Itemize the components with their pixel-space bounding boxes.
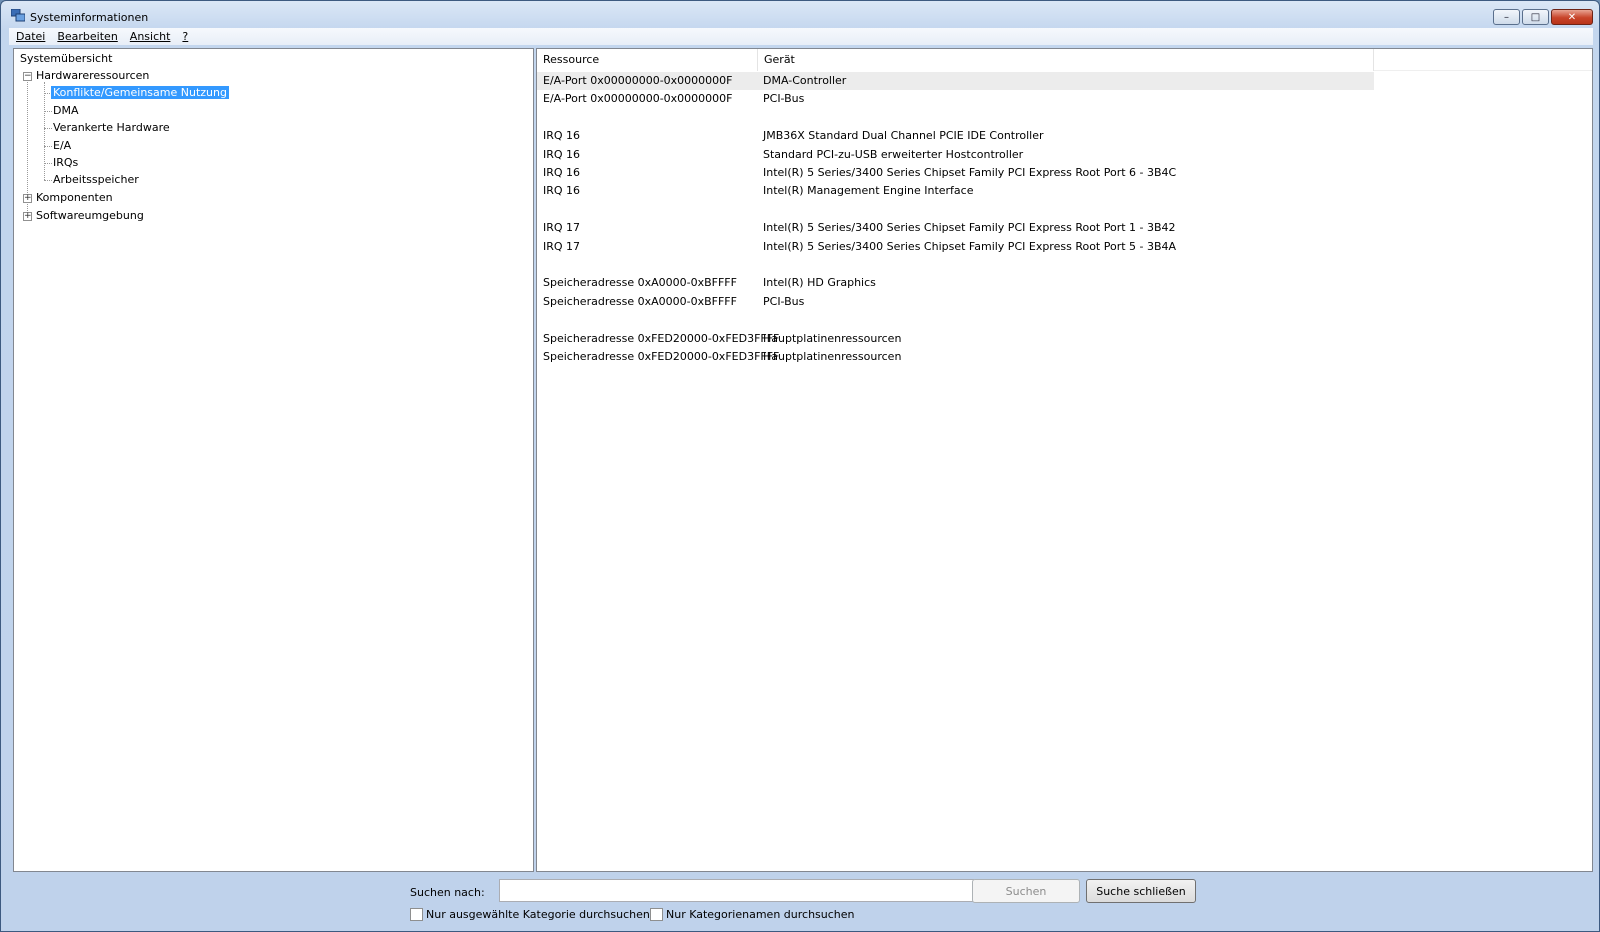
cell-ressource: IRQ 16 bbox=[543, 147, 581, 161]
menu-datei[interactable]: Datei bbox=[16, 30, 45, 43]
minimize-button[interactable]: – bbox=[1493, 9, 1520, 25]
expand-icon[interactable]: + bbox=[23, 212, 32, 221]
tree-item-komponenten[interactable]: Komponenten bbox=[36, 190, 113, 206]
cell-ressource: Speicheradresse 0xFED20000-0xFED3FFFF bbox=[543, 331, 780, 345]
tree-item-systemuebersicht[interactable]: Systemübersicht bbox=[20, 51, 112, 67]
cell-ressource: Speicheradresse 0xFED20000-0xFED3FFFF bbox=[543, 350, 780, 363]
tree-item-hardwareressourcen[interactable]: Hardwareressourcen bbox=[36, 68, 149, 84]
menu-bearbeiten[interactable]: Bearbeiten bbox=[57, 30, 117, 43]
checkbox[interactable] bbox=[650, 908, 663, 921]
cell-geraet: Intel(R) 5 Series/3400 Series Chipset Fa… bbox=[763, 239, 1177, 253]
details-list[interactable]: Ressource Gerät E/A-Port 0x00000000-0x00… bbox=[536, 48, 1593, 872]
cell-ressource: E/A-Port 0x00000000-0x0000000F bbox=[543, 74, 733, 87]
cell-ressource: IRQ 16 bbox=[543, 129, 581, 143]
option-label: Nur ausgewählte Kategorie durchsuchen bbox=[426, 908, 650, 921]
cell-ressource: IRQ 16 bbox=[543, 166, 581, 179]
table-row[interactable]: IRQ 17 Intel(R) 5 Series/3400 Series Chip… bbox=[537, 219, 1374, 237]
system-info-icon bbox=[11, 9, 25, 22]
table-row[interactable]: E/A-Port 0x00000000-0x0000000F DMA-Contro… bbox=[537, 72, 1374, 90]
app-window: Systeminformationen – □ ✕ Datei Bearbeit… bbox=[0, 0, 1600, 932]
collapse-icon[interactable]: − bbox=[23, 72, 32, 81]
tree-item-label: Konflikte/Gemeinsame Nutzung bbox=[50, 85, 230, 100]
title-bar[interactable]: Systeminformationen – □ ✕ bbox=[1, 1, 1599, 29]
table-row[interactable] bbox=[537, 256, 1374, 274]
table-row[interactable]: Speicheradresse 0xA0000-0xBFFFF Intel(R) … bbox=[537, 274, 1374, 292]
option-label: Nur Kategorienamen durchsuchen bbox=[666, 908, 855, 921]
table-row[interactable]: Speicheradresse 0xFED20000-0xFED3FFFF Hau… bbox=[537, 330, 1374, 348]
cell-geraet: Hauptplatinenressourcen bbox=[763, 331, 902, 345]
cell-geraet: PCI-Bus bbox=[763, 294, 805, 308]
close-search-button[interactable]: Suche schließen bbox=[1086, 879, 1196, 903]
search-label: Suchen nach: bbox=[410, 886, 485, 899]
table-row[interactable] bbox=[537, 201, 1374, 219]
tree-item-konflikte[interactable]: Konflikte/Gemeinsame Nutzung bbox=[50, 85, 230, 101]
cell-ressource: Speicheradresse 0xA0000-0xBFFFF bbox=[543, 294, 737, 308]
table-row[interactable]: IRQ 16 Intel(R) Management Engine Interfa… bbox=[537, 182, 1374, 200]
close-button[interactable]: ✕ bbox=[1551, 9, 1593, 25]
table-row[interactable]: E/A-Port 0x00000000-0x0000000F PCI-Bus bbox=[537, 90, 1374, 108]
cell-geraet: DMA-Controller bbox=[763, 74, 847, 87]
tree-item-verankerte-hardware[interactable]: Verankerte Hardware bbox=[53, 120, 170, 136]
tree-connector bbox=[44, 163, 52, 164]
tree-connector bbox=[44, 82, 45, 180]
tree-connector bbox=[44, 180, 52, 181]
tree-item-ea[interactable]: E/A bbox=[53, 138, 71, 154]
column-header-geraet[interactable]: Gerät bbox=[758, 49, 1374, 71]
table-row[interactable]: IRQ 16 Intel(R) 5 Series/3400 Series Chip… bbox=[537, 164, 1374, 182]
tree-item-arbeitsspeicher[interactable]: Arbeitsspeicher bbox=[53, 172, 139, 188]
maximize-button[interactable]: □ bbox=[1522, 9, 1549, 25]
cell-ressource: Speicheradresse 0xA0000-0xBFFFF bbox=[543, 276, 737, 290]
tree-item-softwareumgebung[interactable]: Softwareumgebung bbox=[36, 208, 144, 224]
option-selected-category[interactable]: Nur ausgewählte Kategorie durchsuchen bbox=[410, 908, 650, 921]
table-row[interactable]: IRQ 16 Standard PCI-zu-USB erweiterter Ho… bbox=[537, 146, 1374, 164]
table-row[interactable]: IRQ 17 Intel(R) 5 Series/3400 Series Chip… bbox=[537, 238, 1374, 256]
cell-geraet: JMB36X Standard Dual Channel PCIE IDE Co… bbox=[763, 129, 1044, 143]
option-category-names[interactable]: Nur Kategorienamen durchsuchen bbox=[650, 908, 855, 921]
cell-ressource: IRQ 17 bbox=[543, 239, 581, 253]
category-tree[interactable]: Systemübersicht − Hardwareressourcen Kon… bbox=[13, 48, 534, 872]
list-header: Ressource Gerät bbox=[537, 49, 1592, 71]
table-row[interactable]: Speicheradresse 0xA0000-0xBFFFF PCI-Bus bbox=[537, 293, 1374, 311]
table-row[interactable]: IRQ 16 JMB36X Standard Dual Channel PCIE … bbox=[537, 127, 1374, 145]
tree-connector bbox=[44, 146, 52, 147]
search-button[interactable]: Suchen bbox=[972, 879, 1080, 903]
menu-ansicht[interactable]: Ansicht bbox=[130, 30, 171, 43]
window-controls: – □ ✕ bbox=[1493, 9, 1593, 25]
table-row[interactable]: Speicheradresse 0xFED20000-0xFED3FFFF Hau… bbox=[537, 348, 1374, 366]
cell-ressource: E/A-Port 0x00000000-0x0000000F bbox=[543, 92, 733, 106]
cell-ressource: IRQ 16 bbox=[543, 184, 581, 198]
table-row[interactable] bbox=[537, 109, 1374, 127]
cell-geraet: Standard PCI-zu-USB erweiterter Hostcont… bbox=[763, 147, 1024, 161]
table-row[interactable] bbox=[537, 311, 1374, 329]
tree-item-irqs[interactable]: IRQs bbox=[53, 155, 78, 171]
column-header-ressource[interactable]: Ressource bbox=[537, 49, 758, 71]
cell-geraet: Hauptplatinenressourcen bbox=[763, 350, 902, 363]
cell-geraet: Intel(R) 5 Series/3400 Series Chipset Fa… bbox=[763, 166, 1177, 179]
cell-geraet: Intel(R) HD Graphics bbox=[763, 276, 876, 290]
search-bar: Suchen nach: Suchen Suche schließen Nur … bbox=[9, 874, 1593, 931]
cell-geraet: PCI-Bus bbox=[763, 92, 805, 106]
cell-geraet: Intel(R) Management Engine Interface bbox=[763, 184, 974, 198]
menu-bar: Datei Bearbeiten Ansicht ? bbox=[9, 28, 1593, 45]
tree-connector bbox=[44, 111, 52, 112]
cell-ressource: IRQ 17 bbox=[543, 221, 581, 235]
tree-connector bbox=[44, 128, 52, 129]
window-title: Systeminformationen bbox=[30, 11, 149, 24]
expand-icon[interactable]: + bbox=[23, 194, 32, 203]
tree-item-dma[interactable]: DMA bbox=[53, 103, 79, 119]
search-input[interactable] bbox=[499, 879, 974, 902]
menu-help[interactable]: ? bbox=[182, 30, 188, 43]
checkbox[interactable] bbox=[410, 908, 423, 921]
cell-geraet: Intel(R) 5 Series/3400 Series Chipset Fa… bbox=[763, 221, 1176, 235]
